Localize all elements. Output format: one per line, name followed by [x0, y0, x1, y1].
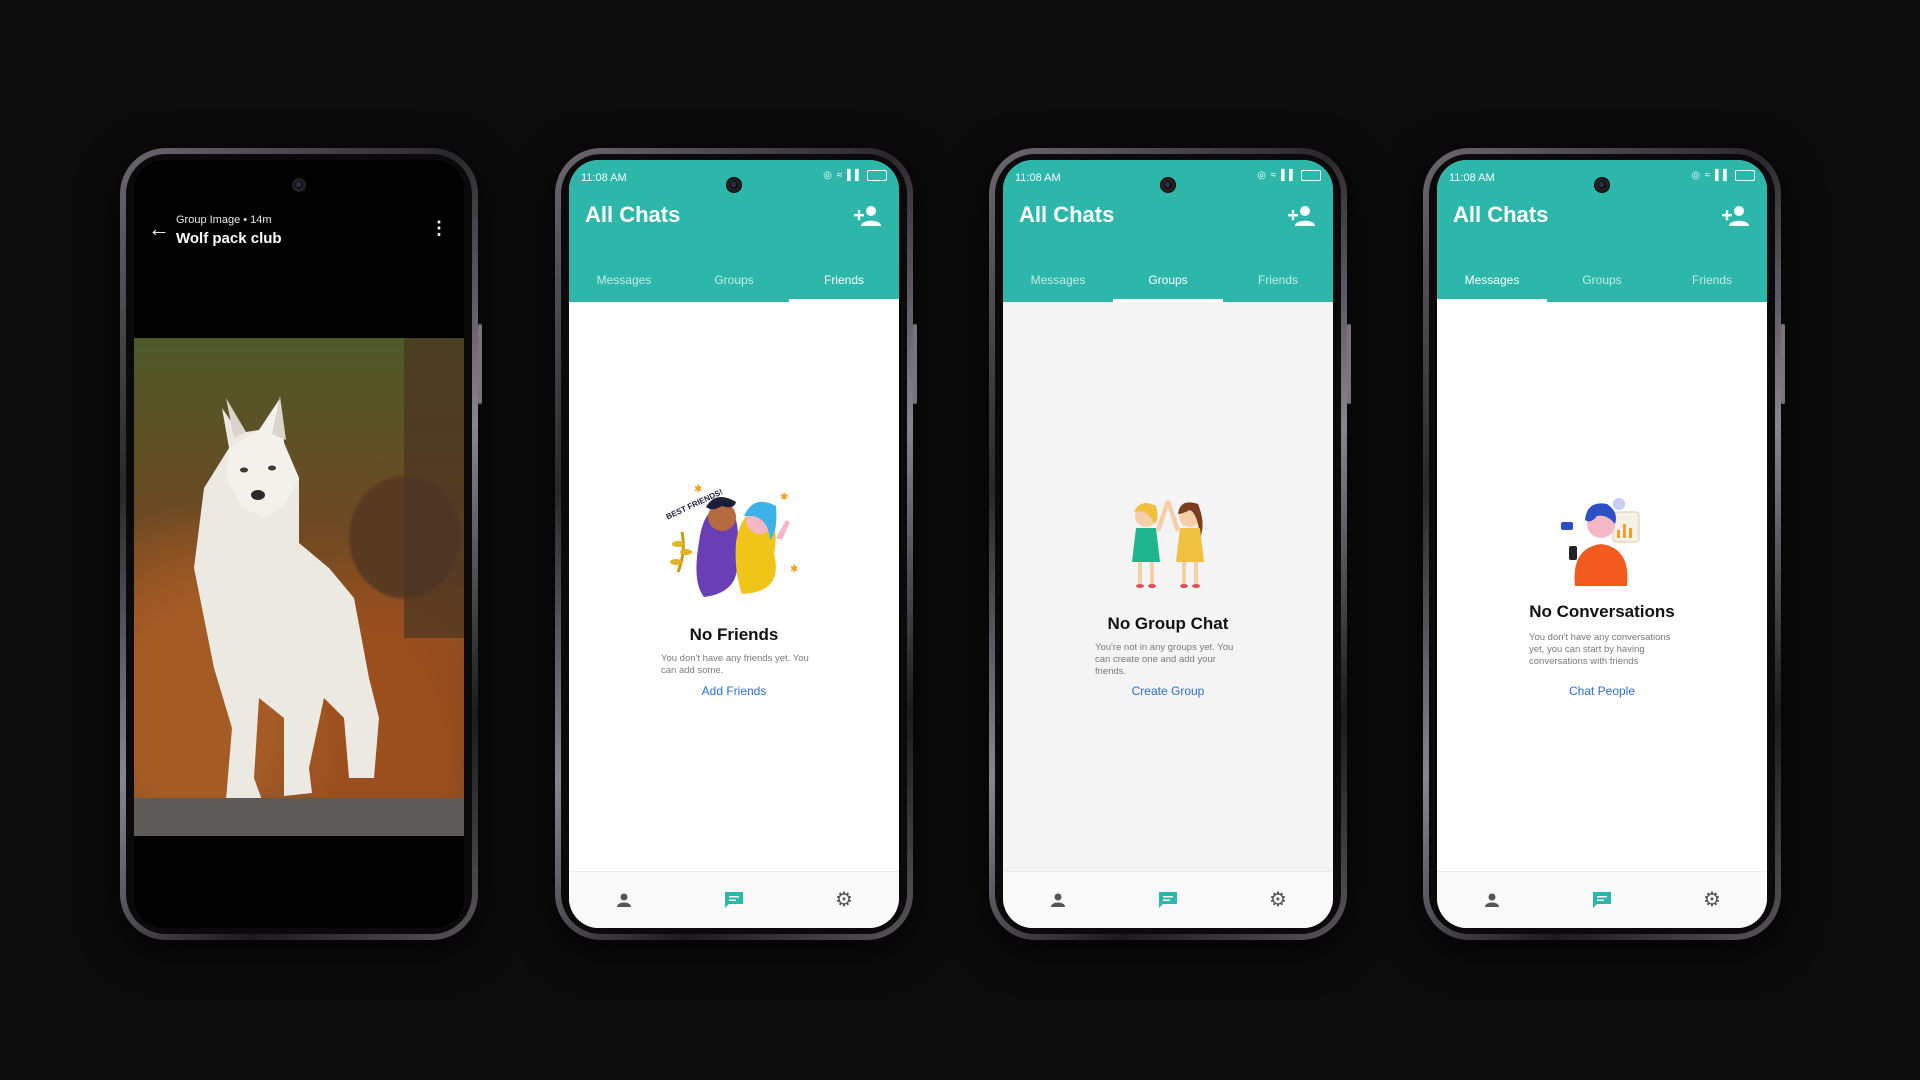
tab-groups[interactable]: Groups [679, 260, 789, 302]
add-person-icon[interactable] [1721, 204, 1751, 228]
status-icons: ◎ ≈ ▌▌ [1691, 170, 1755, 181]
person-icon [617, 893, 631, 907]
person-icon [1051, 893, 1065, 907]
create-group-link[interactable]: Create Group [1003, 684, 1333, 698]
svg-text:✱: ✱ [780, 492, 788, 503]
status-icons: ◎ ≈ ▌▌ [823, 170, 887, 181]
high-five-illustration [1132, 500, 1204, 588]
tab-groups[interactable]: Groups [1547, 260, 1657, 302]
empty-state: No Conversations You don't have any conv… [1437, 302, 1767, 872]
status-time: 11:08 AM [581, 172, 627, 184]
svg-text:✱: ✱ [694, 484, 702, 495]
volume-button [913, 324, 917, 404]
nav-profile[interactable] [569, 872, 679, 928]
person-icon [1485, 893, 1499, 907]
wolf-illustration [134, 338, 464, 836]
settings-gear-icon: ⚙ [1269, 889, 1287, 911]
empty-body: You don't have any friends yet. You can … [661, 653, 809, 676]
phone-image-viewer: ← Group Image • 14m Wolf pack club ⋮ [120, 148, 482, 940]
nav-profile[interactable] [1437, 872, 1547, 928]
front-camera [1595, 178, 1609, 192]
volume-button [1347, 324, 1351, 404]
page-title: All Chats [1019, 202, 1115, 227]
battery-icon [1301, 170, 1321, 181]
groups-screen: 11:08 AM ◎ ≈ ▌▌ All Chats Messages Group… [1003, 160, 1333, 928]
nav-settings[interactable]: ⚙ [789, 872, 899, 928]
tab-friends[interactable]: Friends [1657, 260, 1767, 302]
page-title: All Chats [585, 202, 681, 227]
group-name: Wolf pack club [176, 230, 282, 247]
status-time: 11:08 AM [1449, 172, 1495, 184]
battery-icon [867, 170, 887, 181]
front-camera [292, 178, 306, 192]
empty-title: No Conversations [1529, 602, 1675, 621]
add-friends-link[interactable]: Add Friends [569, 684, 899, 698]
nav-chats[interactable] [679, 872, 789, 928]
phone-groups: 11:08 AM ◎ ≈ ▌▌ All Chats Messages Group… [989, 148, 1351, 940]
chatting-person-illustration [1561, 498, 1640, 586]
tab-bar: Messages Groups Friends [1003, 260, 1333, 302]
viewer-subtitle: Group Image • 14m [176, 214, 272, 226]
bottom-nav: ⚙ [1003, 871, 1333, 928]
settings-gear-icon: ⚙ [835, 889, 853, 911]
nav-chats[interactable] [1547, 872, 1657, 928]
volume-button [1781, 324, 1785, 404]
tab-messages[interactable]: Messages [1437, 260, 1547, 302]
empty-title: No Friends [689, 625, 779, 644]
empty-state: BEST FRIENDS! ✱ ✱ ✱ No Friends You don't h… [569, 302, 899, 872]
status-icons: ◎ ≈ ▌▌ [1257, 170, 1321, 181]
group-image[interactable] [134, 338, 464, 836]
volume-button [478, 324, 482, 404]
bottom-nav: ⚙ [569, 871, 899, 928]
page-title: All Chats [1453, 202, 1549, 227]
battery-icon [1735, 170, 1755, 181]
nav-profile[interactable] [1003, 872, 1113, 928]
empty-body: You're not in any groups yet. You can cr… [1095, 642, 1234, 677]
svg-text:✱: ✱ [790, 564, 798, 575]
tab-friends[interactable]: Friends [1223, 260, 1333, 302]
phone-friends: 11:08 AM ◎ ≈ ▌▌ All Chats Messages Group… [555, 148, 917, 940]
front-camera [727, 178, 741, 192]
add-person-icon[interactable] [1287, 204, 1317, 228]
tab-bar: Messages Groups Friends [1437, 260, 1767, 302]
back-arrow-icon[interactable]: ← [148, 216, 170, 242]
tab-friends[interactable]: Friends [789, 260, 899, 302]
nav-settings[interactable]: ⚙ [1223, 872, 1333, 928]
messages-screen: 11:08 AM ◎ ≈ ▌▌ All Chats Messages Group… [1437, 160, 1767, 928]
tab-messages[interactable]: Messages [1003, 260, 1113, 302]
nav-settings[interactable]: ⚙ [1657, 872, 1767, 928]
tab-bar: Messages Groups Friends [569, 260, 899, 302]
bottom-nav: ⚙ [1437, 871, 1767, 928]
chat-icon [1159, 892, 1177, 908]
front-camera [1161, 178, 1175, 192]
tab-messages[interactable]: Messages [569, 260, 679, 302]
empty-state: No Group Chat You're not in any groups y… [1003, 302, 1333, 872]
nav-chats[interactable] [1113, 872, 1223, 928]
image-viewer-screen: ← Group Image • 14m Wolf pack club ⋮ [134, 160, 464, 928]
empty-body: You don't have any conversations yet, yo… [1529, 632, 1671, 667]
best-friends-illustration: BEST FRIENDS! ✱✱✱ [665, 484, 798, 597]
add-person-icon[interactable] [853, 204, 883, 228]
empty-title: No Group Chat [1107, 614, 1229, 633]
chat-people-link[interactable]: Chat People [1437, 684, 1767, 698]
phone-messages: 11:08 AM ◎ ≈ ▌▌ All Chats Messages Group… [1423, 148, 1785, 940]
chat-icon [725, 892, 743, 908]
more-vert-icon[interactable]: ⋮ [430, 218, 448, 239]
friends-screen: 11:08 AM ◎ ≈ ▌▌ All Chats Messages Group… [569, 160, 899, 928]
settings-gear-icon: ⚙ [1703, 889, 1721, 911]
status-time: 11:08 AM [1015, 172, 1061, 184]
chat-icon [1593, 892, 1611, 908]
tab-groups[interactable]: Groups [1113, 260, 1223, 302]
